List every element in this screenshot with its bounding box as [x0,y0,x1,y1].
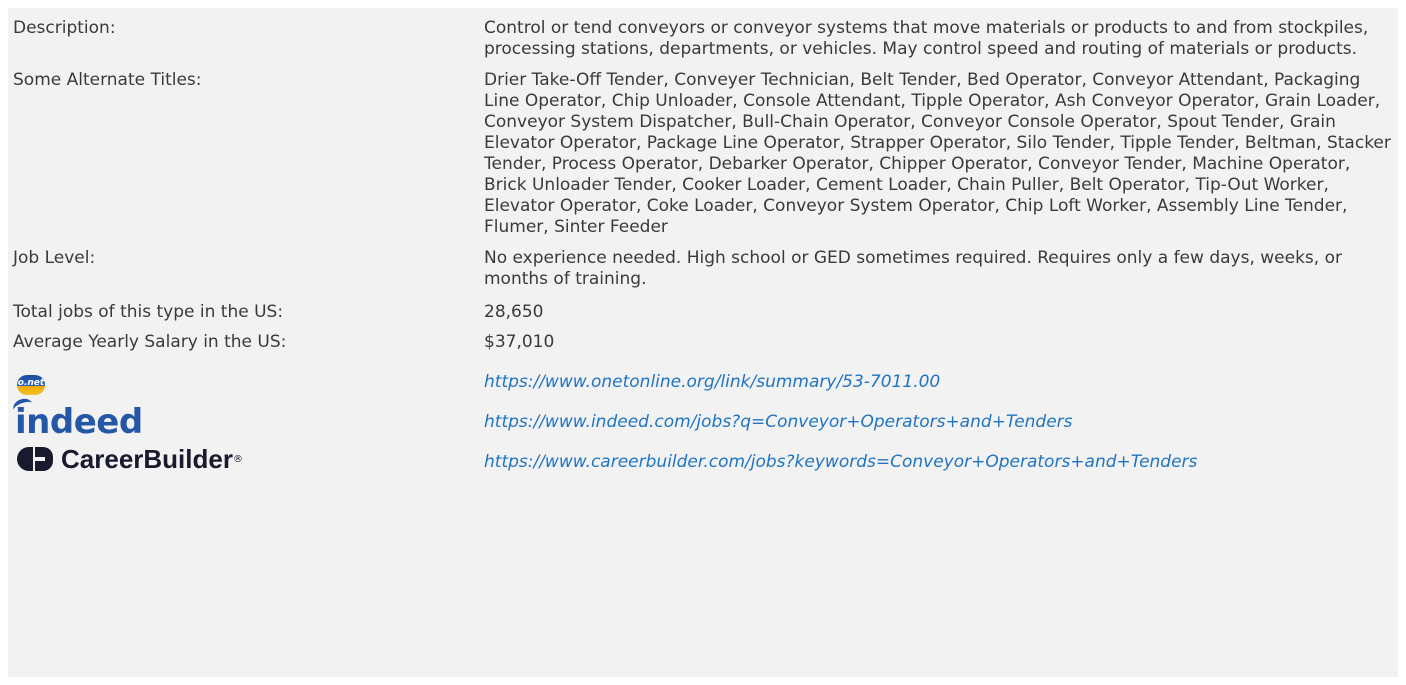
job-level-value: No experience needed. High school or GED… [484,248,1342,289]
careerbuilder-logo-icon: CareerBuilder ® [17,446,243,472]
description-label: Description: [13,18,116,38]
salary-value: $37,010 [484,332,555,352]
alternate-titles-label: Some Alternate Titles: [13,70,202,90]
alternate-titles-row: Some Alternate Titles: Drier Take-Off Te… [8,68,1398,246]
indeed-link[interactable]: https://www.indeed.com/jobs?q=Conveyor+O… [484,412,1073,432]
salary-row: Average Yearly Salary in the US: $37,010 [8,332,1398,362]
description-row: Description: Control or tend conveyors o… [8,8,1398,68]
alternate-titles-value: Drier Take-Off Tender, Conveyer Technici… [484,70,1391,237]
job-level-row: Job Level: No experience needed. High sc… [8,246,1398,298]
onet-link-row: o.net https://www.onetonline.org/link/su… [8,362,1398,402]
indeed-link-row: indeed https://www.indeed.com/jobs?q=Con… [8,396,1398,442]
total-jobs-row: Total jobs of this type in the US: 28,65… [8,298,1398,332]
careerbuilder-link-row: CareerBuilder ® https://www.careerbuilder… [8,442,1398,482]
onet-logo-icon: o.net [17,374,45,395]
job-level-label: Job Level: [13,248,96,268]
job-info-table: Description: Control or tend conveyors o… [8,8,1398,482]
total-jobs-value: 28,650 [484,302,544,322]
total-jobs-label: Total jobs of this type in the US: [13,302,284,322]
description-value: Control or tend conveyors or conveyor sy… [484,18,1369,59]
job-summary-panel: Description: Control or tend conveyors o… [8,8,1398,677]
careerbuilder-link[interactable]: https://www.careerbuilder.com/jobs?keywo… [484,452,1197,472]
onet-link[interactable]: https://www.onetonline.org/link/summary/… [484,372,940,392]
salary-label: Average Yearly Salary in the US: [13,332,287,352]
indeed-logo-icon: indeed [10,396,143,439]
